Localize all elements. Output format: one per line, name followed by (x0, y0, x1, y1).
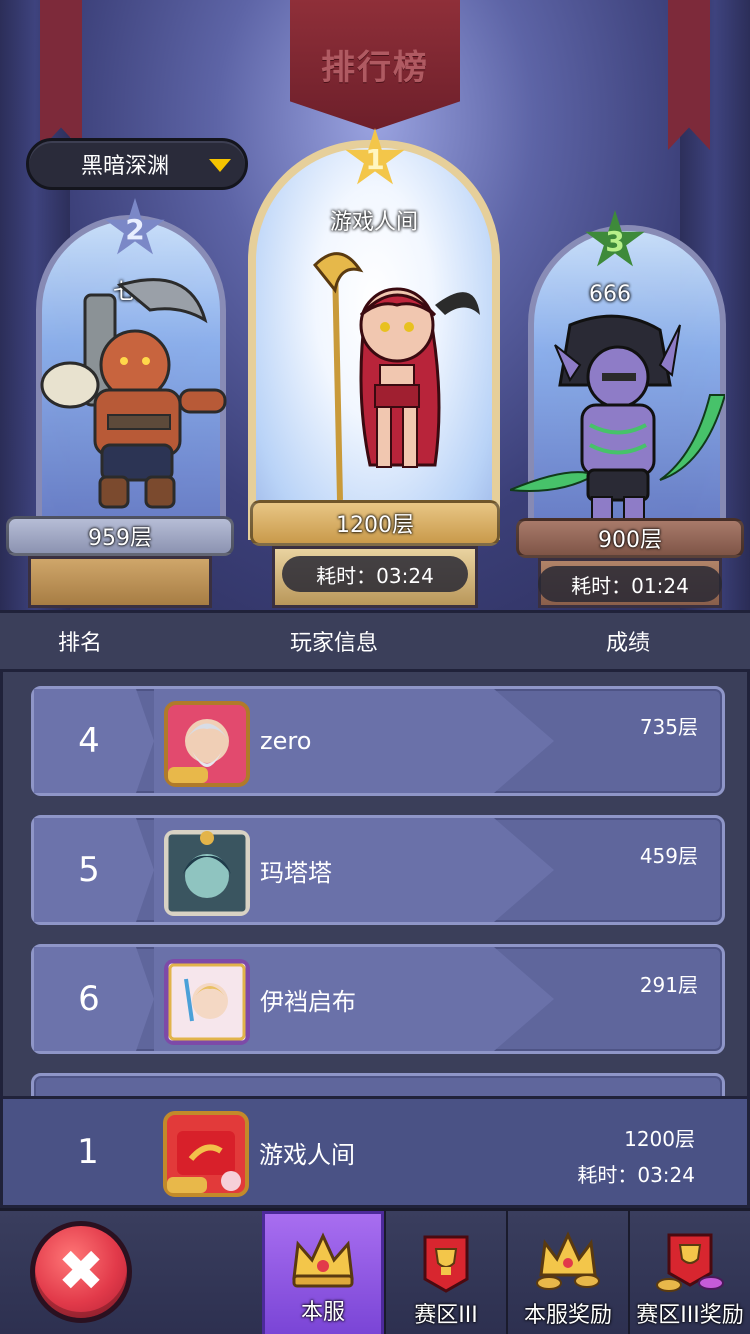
bottom-bar: ✖ 本服 赛区III 本服奖励 赛区III奖励 (0, 1208, 750, 1334)
region-dropdown-label: 黑暗深渊 (80, 154, 169, 179)
my-player-name: 游戏人间 (259, 1140, 355, 1169)
ranking-row[interactable]: 4 zero 735层 (31, 686, 725, 796)
first-player-name: 游戏人间 (329, 210, 418, 235)
orc-hero-image[interactable] (40, 265, 230, 515)
second-floor-plate: 959层 (6, 516, 234, 556)
third-floor-plate: 900层 (516, 518, 744, 558)
tab-zone-reward[interactable]: 赛区III奖励 (628, 1211, 750, 1334)
tab-server-label: 本服 (300, 1300, 345, 1325)
stand-second (28, 556, 212, 608)
tab-server-reward-label: 本服奖励 (523, 1303, 612, 1328)
third-time-pill: 耗时：01:24 (538, 566, 722, 602)
row-player-name: 玛塔塔 (260, 858, 332, 887)
my-avatar[interactable] (163, 1111, 249, 1197)
column-player: 玩家信息 (290, 631, 379, 656)
my-time: 耗时：03:24 (577, 1163, 695, 1187)
row-player-name: zero (260, 727, 312, 755)
chevron-down-icon (209, 159, 231, 172)
column-score: 成绩 (606, 631, 651, 656)
region-dropdown[interactable]: 黑暗深渊 (26, 138, 248, 190)
elf-hero-image[interactable] (295, 245, 495, 505)
podium-area: 排行榜 2 1 3 七星 游戏人间 666 (0, 0, 750, 610)
crown-icon (292, 1232, 354, 1288)
first-floor-plate: 1200层 (250, 500, 500, 546)
trophy-coins-icon (656, 1233, 724, 1292)
ranking-list[interactable]: 4 zero 735层 5 玛塔塔 459层 6 伊裆启布 291层 (0, 672, 750, 1096)
third-player-name: 666 (589, 282, 631, 307)
row-score: 735层 (639, 715, 698, 739)
row-player-name: 伊裆启布 (260, 987, 356, 1016)
side-banner-left (40, 0, 82, 150)
row-rank: 4 (78, 721, 100, 761)
row-rank: 6 (78, 979, 100, 1019)
tab-zone-label: 赛区III (414, 1303, 478, 1328)
column-rank: 排名 (58, 631, 103, 656)
crown-coins-icon (536, 1231, 600, 1290)
tab-zone-reward-label: 赛区III奖励 (636, 1303, 744, 1328)
ranking-header: 排名 玩家信息 成绩 (0, 610, 750, 672)
player-avatar[interactable] (164, 701, 250, 787)
title-banner: 排行榜 (290, 0, 460, 130)
tab-server-reward[interactable]: 本服奖励 (506, 1211, 628, 1334)
player-avatar[interactable] (164, 959, 250, 1045)
demon-hunter-hero-image[interactable] (510, 305, 725, 525)
row-score: 459层 (639, 844, 698, 868)
my-rank: 1 (77, 1132, 99, 1172)
close-button[interactable]: ✖ (30, 1221, 132, 1323)
row-score: 291层 (639, 973, 698, 997)
close-icon: ✖ (57, 1239, 105, 1304)
ranking-row[interactable]: 5 玛塔塔 459层 (31, 815, 725, 925)
row-rank: 5 (78, 850, 100, 890)
page-title: 排行榜 (321, 48, 429, 88)
player-avatar[interactable] (164, 830, 250, 916)
ranking-row-partial[interactable] (31, 1073, 725, 1096)
tab-server[interactable]: 本服 (262, 1211, 384, 1334)
ranking-row[interactable]: 6 伊裆启布 291层 (31, 944, 725, 1054)
trophy-banner-icon (423, 1235, 469, 1293)
first-time-pill: 耗时：03:24 (282, 556, 468, 592)
tab-zone[interactable]: 赛区III (384, 1211, 506, 1334)
my-score: 1200层 (624, 1127, 695, 1151)
my-ranking-row[interactable]: 1 游戏人间 1200层 耗时：03:24 (0, 1096, 750, 1208)
side-banner-right (668, 0, 710, 150)
